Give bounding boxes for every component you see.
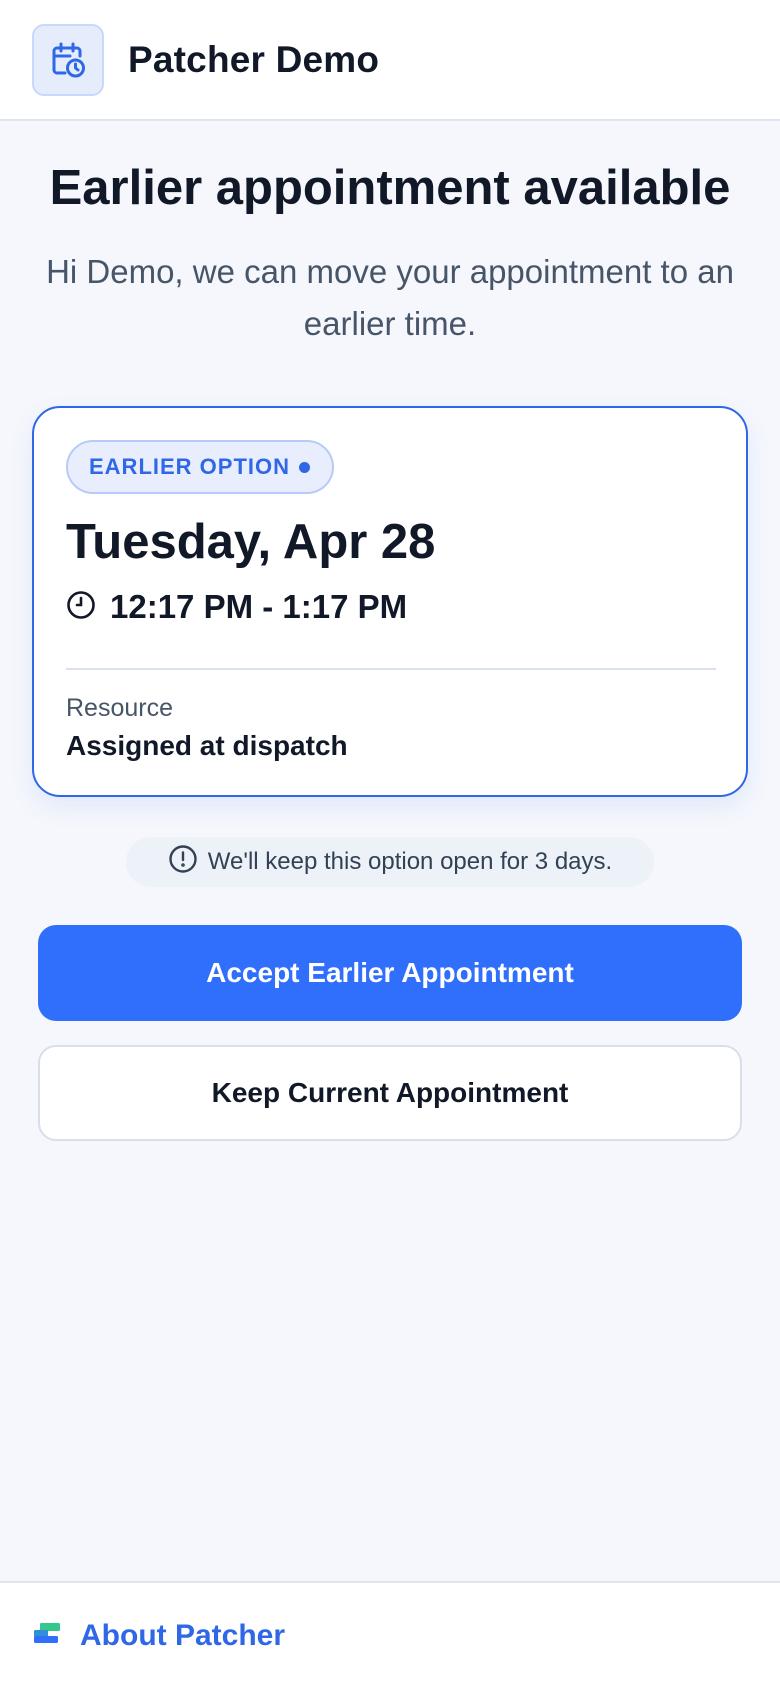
appointment-time: 12:17 PM - 1:17 PM	[110, 588, 408, 625]
calendar-clock-icon	[32, 23, 104, 96]
keep-current-appointment-button[interactable]: Keep Current Appointment	[38, 1045, 742, 1141]
clock-icon	[66, 590, 96, 625]
resource-value: Assigned at dispatch	[66, 730, 348, 761]
appointment-card: EARLIER OPTION Tuesday, Apr 28 12:17 PM …	[32, 406, 748, 797]
app-header: Patcher Demo	[0, 0, 780, 121]
badge-label: EARLIER OPTION	[89, 454, 291, 479]
app-footer: About Patcher	[0, 1581, 780, 1688]
card-divider	[66, 668, 716, 670]
earlier-option-badge: EARLIER OPTION	[66, 440, 335, 494]
accept-earlier-appointment-button[interactable]: Accept Earlier Appointment	[38, 925, 742, 1021]
appointment-time-row: 12:17 PM - 1:17 PM	[66, 588, 407, 626]
notice-text: We'll keep this option open for 3 days.	[207, 848, 613, 875]
resource-label: Resource	[66, 694, 173, 722]
app-title: Patcher Demo	[128, 38, 380, 80]
patcher-logo-icon	[32, 1621, 62, 1650]
page-title: Earlier appointment available	[49, 161, 731, 215]
badge-dot-icon	[299, 461, 311, 473]
appointment-date: Tuesday, Apr 28	[66, 515, 436, 569]
about-patcher-link[interactable]: About Patcher	[80, 1619, 285, 1653]
expiry-notice: We'll keep this option open for 3 days.	[126, 837, 654, 887]
page-subtitle: Hi Demo, we can move your appointment to…	[46, 253, 734, 342]
info-icon	[168, 844, 198, 881]
